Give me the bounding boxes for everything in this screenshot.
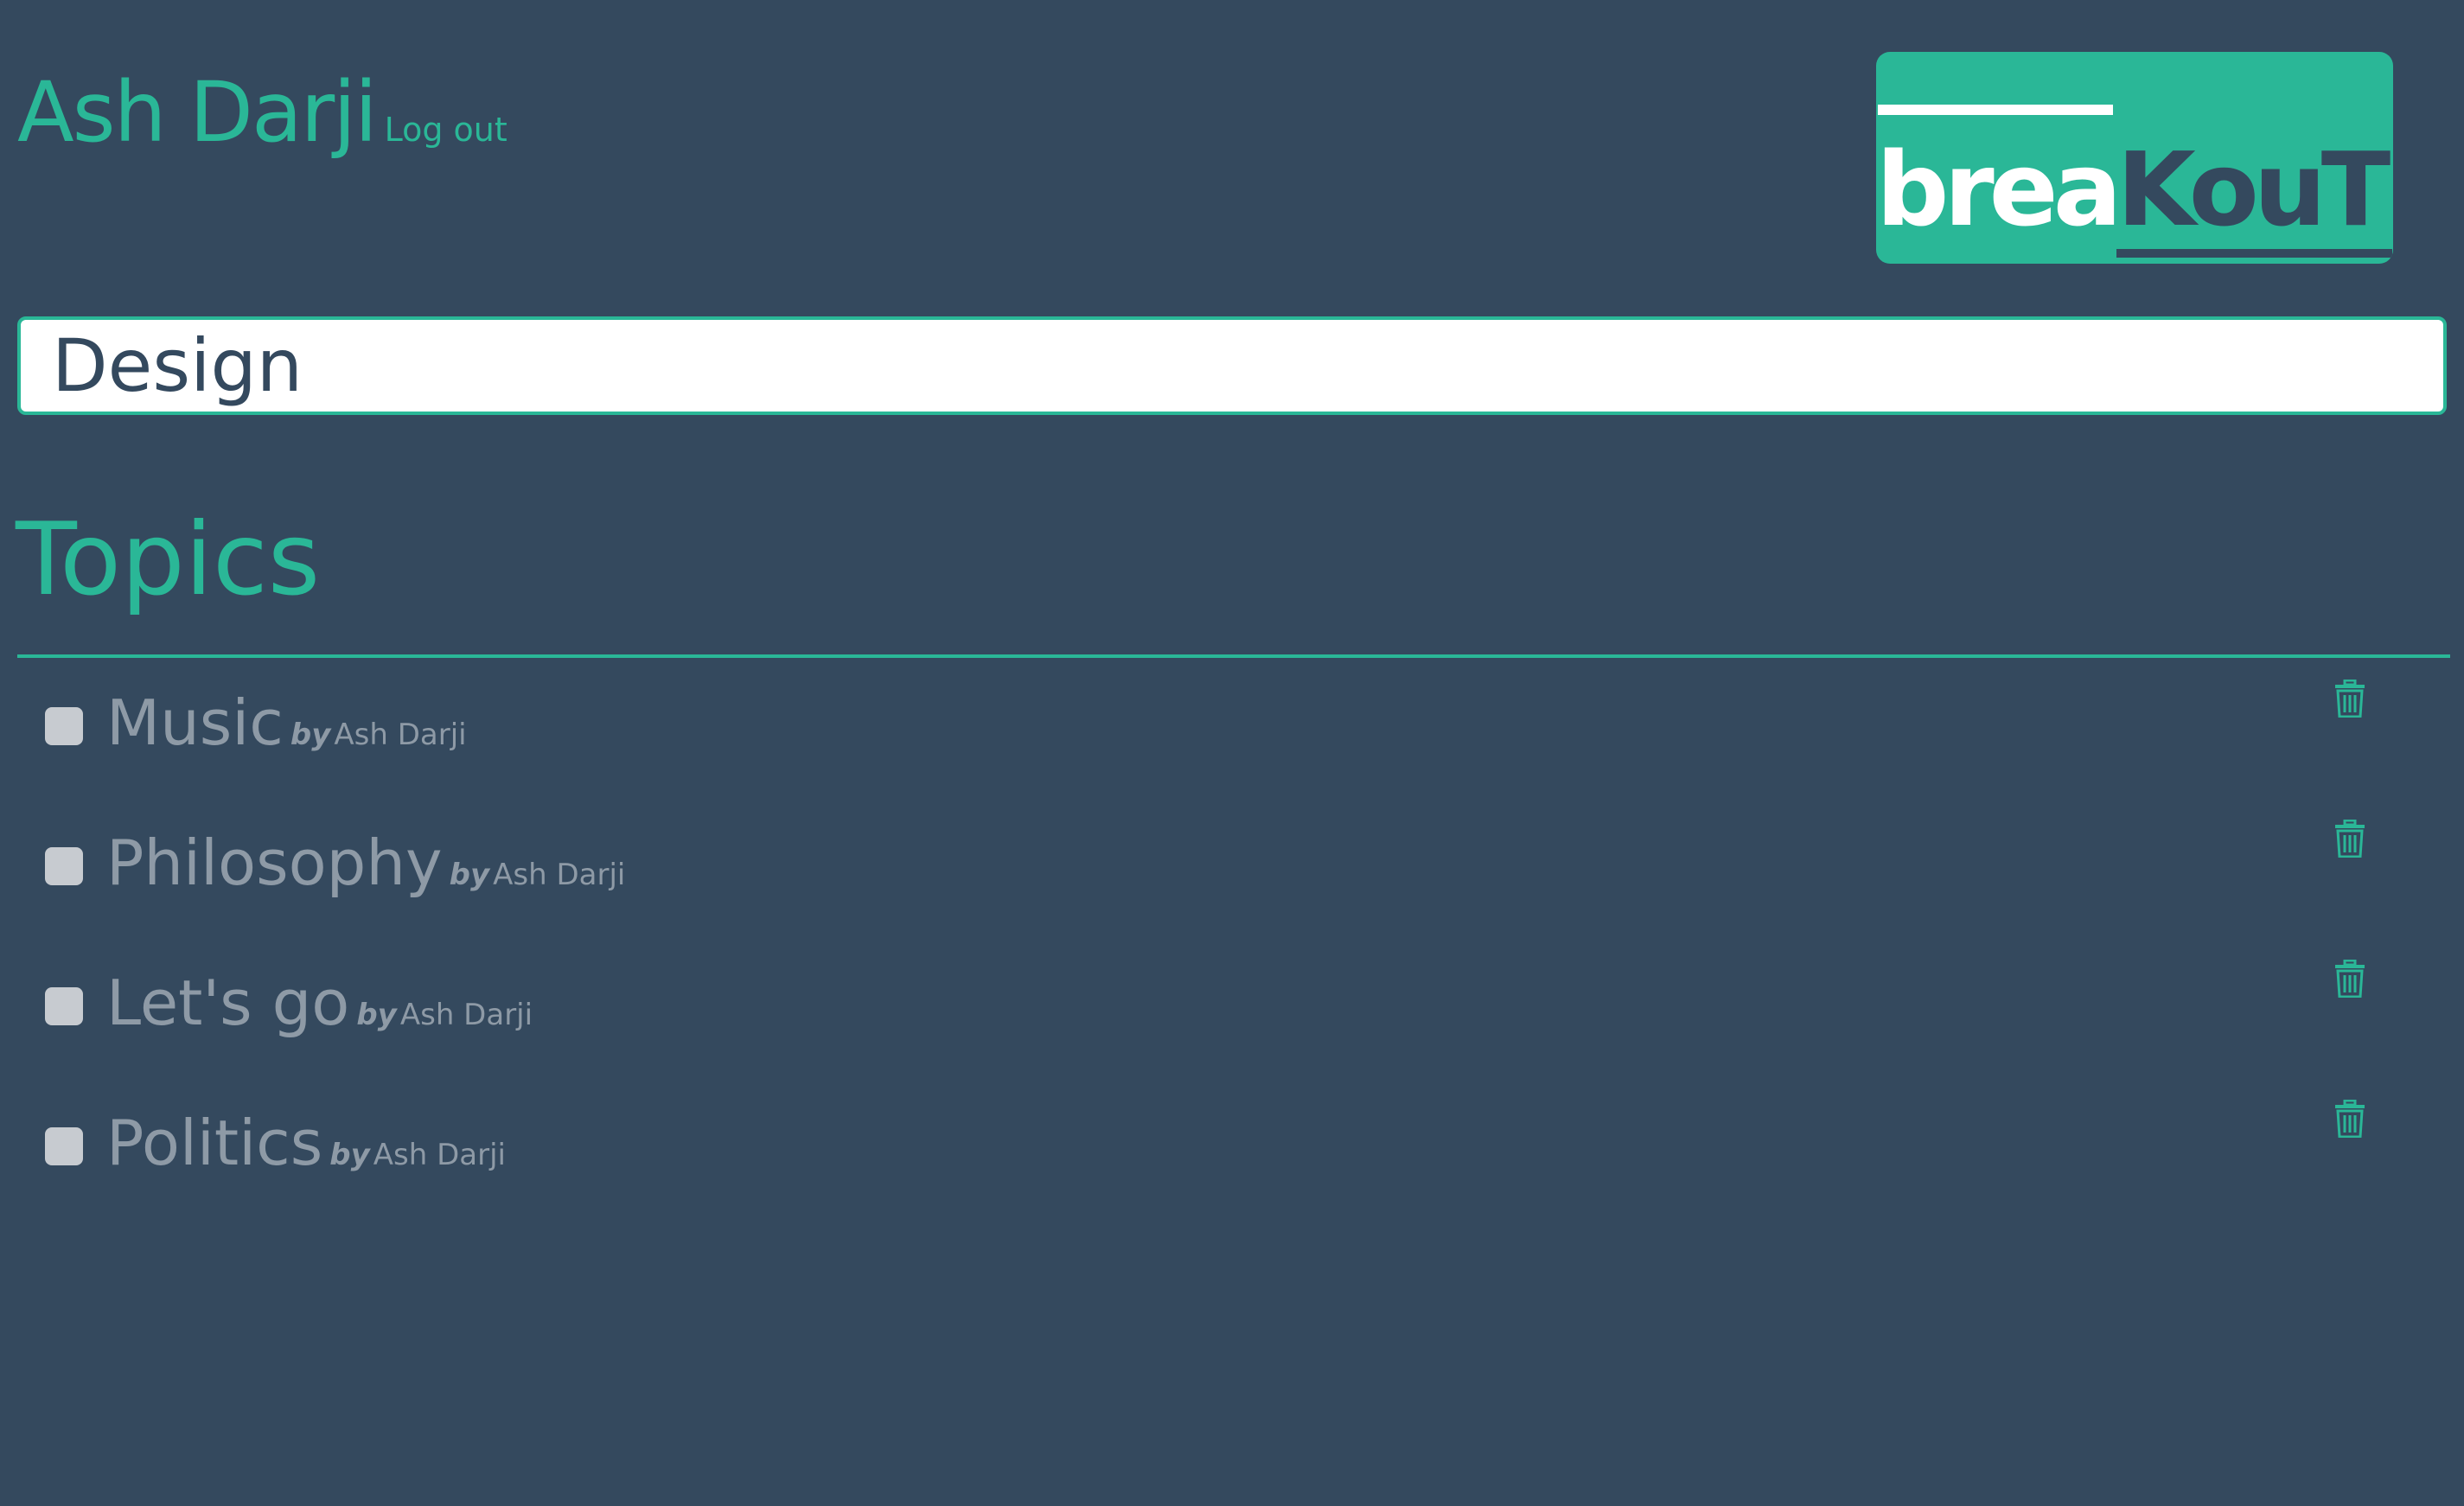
user-name: Ash Darji: [17, 64, 378, 161]
topic-item: Politics by Ash Darji: [0, 1079, 2464, 1219]
trash-icon[interactable]: [2334, 1100, 2365, 1138]
topic-author: Ash Darji: [493, 858, 626, 892]
topic-by-label: by: [356, 998, 397, 1032]
topic-item: Music by Ash Darji: [0, 659, 2464, 799]
new-topic-input[interactable]: [17, 316, 2447, 415]
trash-icon[interactable]: [2334, 680, 2365, 718]
topic-title: Politics: [106, 1107, 323, 1179]
topic-author: Ash Darji: [399, 998, 533, 1032]
topic-author: Ash Darji: [373, 1138, 506, 1172]
trash-icon[interactable]: [2334, 960, 2365, 998]
breakout-logo: breaKouT: [1876, 52, 2393, 264]
topic-checkbox[interactable]: [45, 987, 83, 1025]
topic-title: Philosophy: [106, 826, 443, 899]
topic-list: Music by Ash Darji Philosophy by Ash Darji L…: [0, 659, 2464, 1219]
logo-bar: [1878, 105, 2113, 115]
topic-title: Music: [106, 686, 284, 759]
logo-text: breaKouT: [1876, 130, 2393, 258]
topic-checkbox[interactable]: [45, 847, 83, 885]
topic-text: Philosophy by Ash Darji: [106, 832, 625, 894]
user-header: Ash Darji Log out: [17, 71, 507, 154]
trash-icon[interactable]: [2334, 820, 2365, 858]
logo-text-part-1: brea: [1876, 130, 2122, 249]
topic-item: Let's go by Ash Darji: [0, 939, 2464, 1079]
divider: [17, 654, 2450, 658]
topic-by-label: by: [329, 1138, 370, 1172]
logo-text-part-2: KouT: [2116, 130, 2393, 258]
topics-heading: Topics: [16, 501, 321, 618]
topic-author: Ash Darji: [334, 718, 467, 752]
topic-text: Let's go by Ash Darji: [106, 972, 533, 1034]
topic-checkbox[interactable]: [45, 1127, 83, 1165]
logout-link[interactable]: Log out: [385, 111, 507, 149]
topic-text: Music by Ash Darji: [106, 692, 467, 754]
topic-item: Philosophy by Ash Darji: [0, 799, 2464, 939]
topic-text: Politics by Ash Darji: [106, 1112, 506, 1174]
topic-by-label: by: [449, 858, 490, 892]
topic-by-label: by: [290, 718, 331, 752]
topic-title: Let's go: [106, 967, 350, 1039]
topic-checkbox[interactable]: [45, 707, 83, 745]
